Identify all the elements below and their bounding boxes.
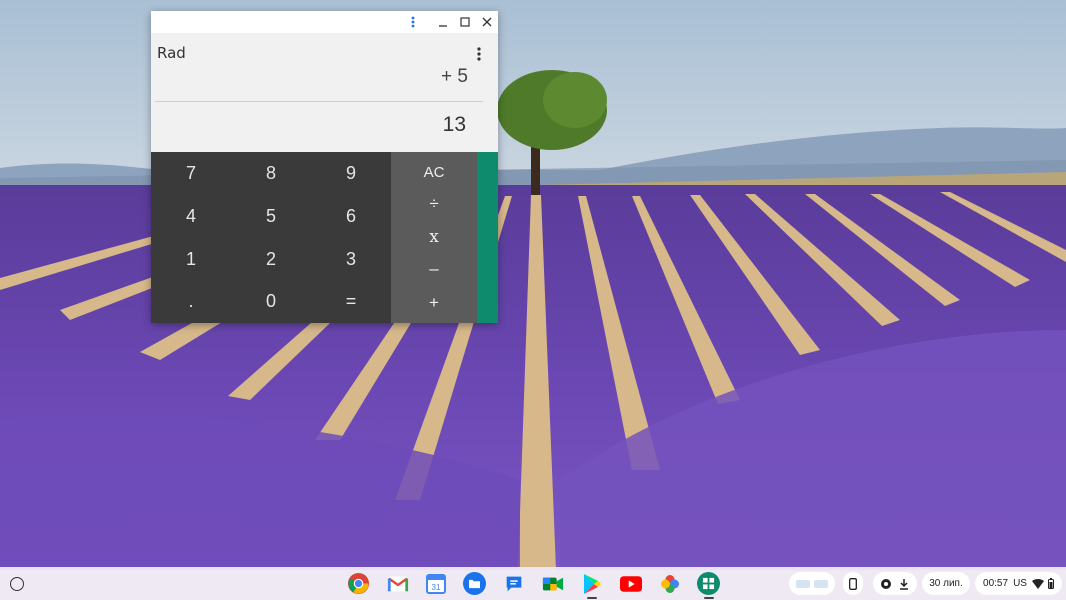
notifications-tray[interactable] — [873, 572, 917, 595]
key-subtract[interactable]: – — [391, 253, 477, 285]
launcher-icon[interactable] — [10, 577, 24, 591]
minimize-icon[interactable] — [432, 11, 454, 33]
files-icon[interactable] — [463, 572, 486, 595]
wifi-icon — [1031, 578, 1044, 589]
key-1[interactable]: 1 — [151, 238, 231, 281]
key-7[interactable]: 7 — [151, 152, 231, 195]
close-icon[interactable] — [476, 11, 498, 33]
battery-icon — [1047, 578, 1054, 589]
key-decimal[interactable]: . — [151, 280, 231, 323]
shelf: 31 30 лип. 00:57 US — [0, 567, 1066, 600]
key-5[interactable]: 5 — [231, 195, 311, 238]
key-divide[interactable]: ÷ — [391, 188, 477, 220]
holding-space-tray[interactable] — [789, 572, 835, 595]
meet-icon[interactable] — [541, 572, 564, 595]
calculator-window: Rad + 5 13 7 8 9 4 5 6 1 2 3 . 0 = AC ÷ … — [151, 11, 498, 323]
key-add[interactable]: + — [391, 287, 477, 319]
calculator-display: Rad + 5 13 — [151, 33, 498, 152]
key-all-clear[interactable]: AC — [391, 152, 477, 192]
key-6[interactable]: 6 — [311, 195, 391, 238]
screen-capture-icon — [881, 578, 891, 589]
angle-mode-label[interactable]: Rad — [157, 44, 186, 62]
window-titlebar[interactable] — [151, 11, 498, 33]
calendar-icon[interactable]: 31 — [424, 572, 447, 595]
photos-icon[interactable] — [658, 572, 681, 595]
key-9[interactable]: 9 — [311, 152, 391, 195]
more-options-icon[interactable] — [402, 11, 424, 33]
display-divider — [155, 101, 483, 102]
numeric-keypad: 7 8 9 4 5 6 1 2 3 . 0 = — [151, 152, 391, 323]
key-equals[interactable]: = — [311, 280, 391, 323]
calculator-icon[interactable] — [697, 572, 720, 599]
key-0[interactable]: 0 — [231, 280, 311, 323]
result-text: 13 — [442, 113, 466, 136]
phone-hub-icon[interactable] — [843, 572, 863, 595]
overflow-menu-icon[interactable] — [473, 45, 485, 63]
formula-text: + 5 — [441, 66, 468, 87]
gmail-icon[interactable] — [386, 572, 409, 595]
key-3[interactable]: 3 — [311, 238, 391, 281]
play-store-icon[interactable] — [580, 572, 603, 599]
youtube-icon[interactable] — [619, 572, 642, 595]
advanced-panel-handle[interactable] — [477, 152, 498, 323]
clock-time: 00:57 — [983, 578, 1009, 589]
svg-text:31: 31 — [431, 583, 440, 592]
key-2[interactable]: 2 — [231, 238, 311, 281]
key-8[interactable]: 8 — [231, 152, 311, 195]
maximize-icon[interactable] — [454, 11, 476, 33]
key-4[interactable]: 4 — [151, 195, 231, 238]
download-icon — [900, 578, 908, 590]
operator-pad: AC ÷ x – + — [391, 152, 477, 323]
key-multiply[interactable]: x — [391, 221, 477, 253]
messages-icon[interactable] — [502, 572, 525, 595]
date-tray[interactable]: 30 лип. — [922, 572, 970, 595]
chrome-icon[interactable] — [347, 572, 370, 595]
status-area[interactable]: 00:57 US — [975, 572, 1062, 595]
keyboard-layout: US — [1013, 578, 1027, 589]
